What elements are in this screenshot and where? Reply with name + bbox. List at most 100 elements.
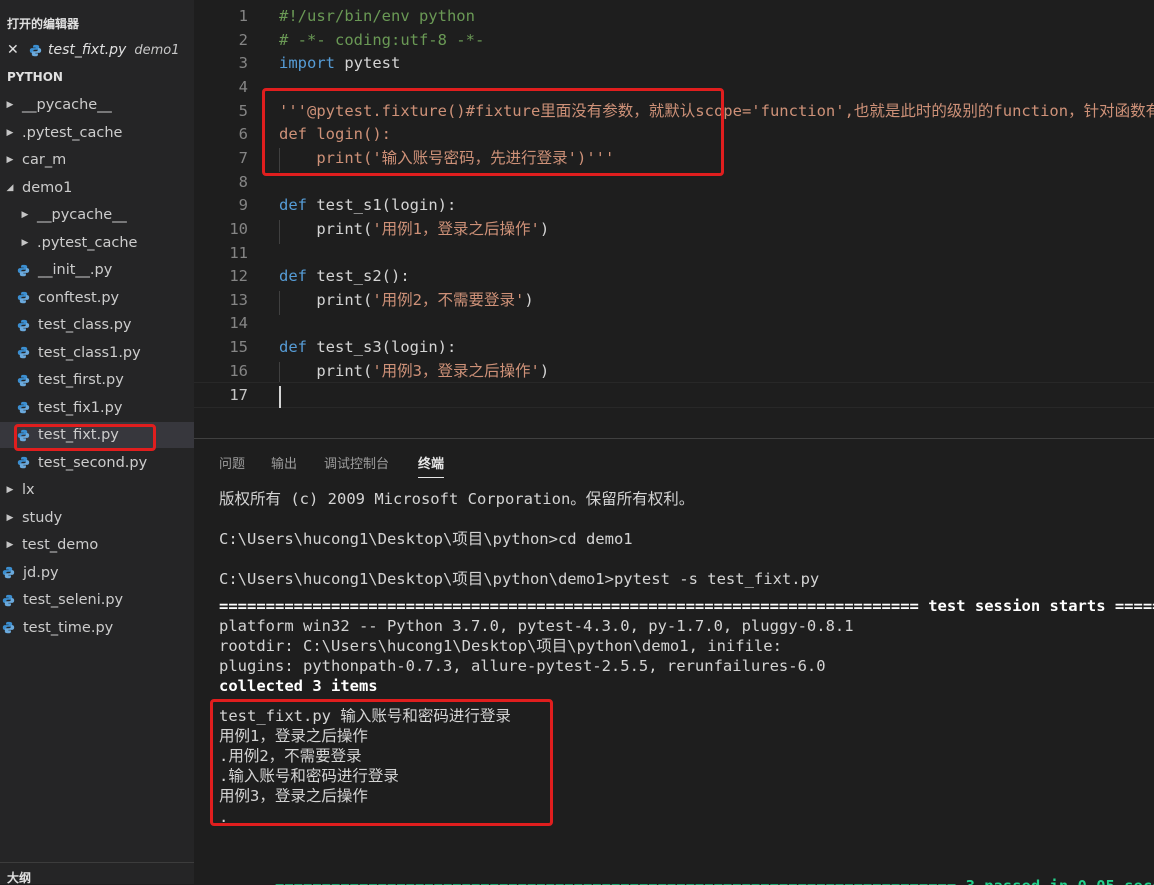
line-number: 8 (238, 172, 248, 191)
line-number: 12 (229, 267, 248, 286)
chevron-right-icon[interactable]: ▶ (19, 238, 31, 248)
close-icon[interactable]: ✕ (7, 42, 19, 58)
tree-file[interactable]: test_fix1.py (0, 395, 194, 421)
python-file-icon (17, 264, 30, 276)
code-line[interactable]: 17 (194, 382, 1154, 409)
code-token: '用例2，不需要登录' (372, 290, 525, 309)
python-file-icon (17, 319, 30, 331)
tree-folder[interactable]: ▶ __pycache__ (0, 202, 194, 228)
tree-folder[interactable]: ▶ car_m (0, 147, 194, 173)
code-line[interactable]: 10 print('用例1，登录之后操作') (194, 217, 1154, 241)
code-token: # -*- coding:utf-8 -*- (279, 30, 485, 49)
tree-item-label: __init__.py (38, 262, 113, 278)
tab-debug-console[interactable]: 调试控制台 (324, 453, 389, 472)
tree-file[interactable]: test_class.py (0, 312, 194, 338)
tree-file[interactable]: __init__.py (0, 257, 194, 283)
tree-item-label: test_class1.py (38, 344, 141, 361)
bottom-panel: 问题 输出 调试控制台 终端 版权所有 (c) 2009 Microsoft C… (194, 438, 1154, 885)
line-number: 2 (238, 30, 248, 49)
terminal-line: collected 3 items (219, 677, 378, 695)
terminal-line: 版权所有 (c) 2009 Microsoft Corporation。保留所有… (219, 490, 695, 508)
code-token: #!/usr/bin/env python (279, 7, 475, 25)
tree-item-label: test_seleni.py (23, 592, 124, 608)
terminal-summary-line: ========================================… (219, 856, 1154, 885)
project-header[interactable]: PYTHON (7, 70, 63, 84)
chevron-down-icon[interactable]: ◢ (4, 183, 16, 193)
code-token: ) (524, 290, 534, 309)
code-token: def (279, 196, 307, 215)
code-line[interactable]: 11 (194, 241, 1154, 265)
tree-folder[interactable]: ▶ .pytest_cache (0, 120, 194, 146)
terminal-line: rootdir: C:\Users\hucong1\Desktop\项目\pyt… (219, 637, 782, 655)
line-number: 11 (229, 243, 248, 262)
code-line[interactable]: 16 print('用例3，登录之后操作') (194, 359, 1154, 383)
outline-section[interactable]: 大纲 (0, 862, 194, 884)
tab-output[interactable]: 输出 (271, 453, 297, 472)
python-file-icon (17, 374, 30, 386)
tab-problems[interactable]: 问题 (219, 453, 245, 472)
line-number: 1 (238, 7, 248, 25)
tree-file[interactable]: test_seleni.py (0, 587, 194, 613)
code-text: def test_s1(login): (279, 193, 456, 217)
code-line[interactable]: 15 def test_s3(login): (194, 335, 1154, 359)
python-file-icon (17, 346, 30, 359)
tree-item-label: jd.py (23, 564, 59, 581)
chevron-right-icon[interactable]: ▶ (4, 155, 16, 165)
code-token: import (279, 54, 335, 73)
tree-folder[interactable]: ◢ demo1 (0, 175, 194, 201)
tree-file[interactable]: test_time.py (0, 615, 194, 641)
code-text: print('用例2，不需要登录') (279, 288, 534, 312)
chevron-right-icon[interactable]: ▶ (4, 513, 16, 523)
tree-file[interactable]: test_class1.py (0, 340, 194, 366)
chevron-right-icon[interactable]: ▶ (4, 128, 16, 138)
code-text: # -*- coding:utf-8 -*- (279, 28, 484, 52)
code-line[interactable]: 1 #!/usr/bin/env python (194, 4, 1154, 28)
code-text: def test_s3(login): (279, 335, 456, 359)
code-editor[interactable]: 1 #!/usr/bin/env python 2 # -*- coding:utf-… (194, 0, 1154, 438)
outline-header[interactable]: 大纲 (7, 869, 31, 884)
terminal-line: C:\Users\hucong1\Desktop\项目\python>cd de… (219, 530, 633, 548)
code-text: def test_s2(): (279, 264, 410, 288)
code-line[interactable]: 3 import pytest (194, 51, 1154, 75)
annotation-highlight-output (210, 699, 553, 826)
tree-folder[interactable]: ▶ test_demo (0, 532, 194, 558)
tree-item-label: __pycache__ (37, 207, 127, 223)
tree-file[interactable]: test_first.py (0, 367, 194, 393)
tree-file[interactable]: test_second.py (0, 450, 194, 476)
tree-file[interactable]: conftest.py (0, 285, 194, 311)
chevron-right-icon[interactable]: ▶ (4, 485, 16, 495)
tree-item-label: test_second.py (38, 454, 148, 471)
terminal-line: C:\Users\hucong1\Desktop\项目\python\demo1… (219, 570, 820, 588)
tree-file[interactable]: jd.py (0, 560, 194, 586)
annotation-highlight-code (262, 88, 724, 176)
code-token: def (279, 338, 307, 357)
python-file-icon (2, 594, 15, 606)
code-line[interactable]: 14 (194, 311, 1154, 335)
tree-folder[interactable]: ▶ .pytest_cache (0, 230, 194, 256)
tree-item-label: car_m (22, 152, 67, 168)
tree-folder[interactable]: ▶ lx (0, 477, 194, 503)
code-line[interactable]: 9 def test_s1(login): (194, 193, 1154, 217)
tree-folder[interactable]: ▶ __pycache__ (0, 92, 194, 118)
terminal-line: plugins: pythonpath-0.7.3, allure-pytest… (219, 657, 826, 675)
terminal-line: platform win32 -- Python 3.7.0, pytest-4… (219, 617, 854, 635)
text-cursor (279, 386, 281, 408)
code-token: print( (279, 290, 373, 309)
code-token: test_s2(): (307, 267, 410, 286)
code-line[interactable]: 13 print('用例2，不需要登录') (194, 288, 1154, 312)
line-number: 6 (238, 125, 248, 144)
code-line[interactable]: 12 def test_s2(): (194, 264, 1154, 288)
tree-item-label: test_first.py (38, 372, 124, 388)
open-editor-item[interactable]: ✕ test_fixt.py demo1 (0, 38, 194, 62)
code-token: test_s1(login): (307, 196, 457, 215)
tree-folder[interactable]: ▶ study (0, 505, 194, 531)
code-token: def (279, 267, 307, 286)
line-number: 13 (229, 290, 248, 309)
chevron-right-icon[interactable]: ▶ (4, 540, 16, 550)
code-line[interactable]: 2 # -*- coding:utf-8 -*- (194, 28, 1154, 52)
explorer-sidebar: 打开的编辑器 ✕ test_fixt.py demo1 PYTHON ▶ __py… (0, 0, 194, 884)
chevron-right-icon[interactable]: ▶ (4, 100, 16, 110)
tab-terminal[interactable]: 终端 (418, 453, 445, 478)
open-editors-header[interactable]: 打开的编辑器 (7, 15, 79, 32)
chevron-right-icon[interactable]: ▶ (19, 210, 31, 220)
